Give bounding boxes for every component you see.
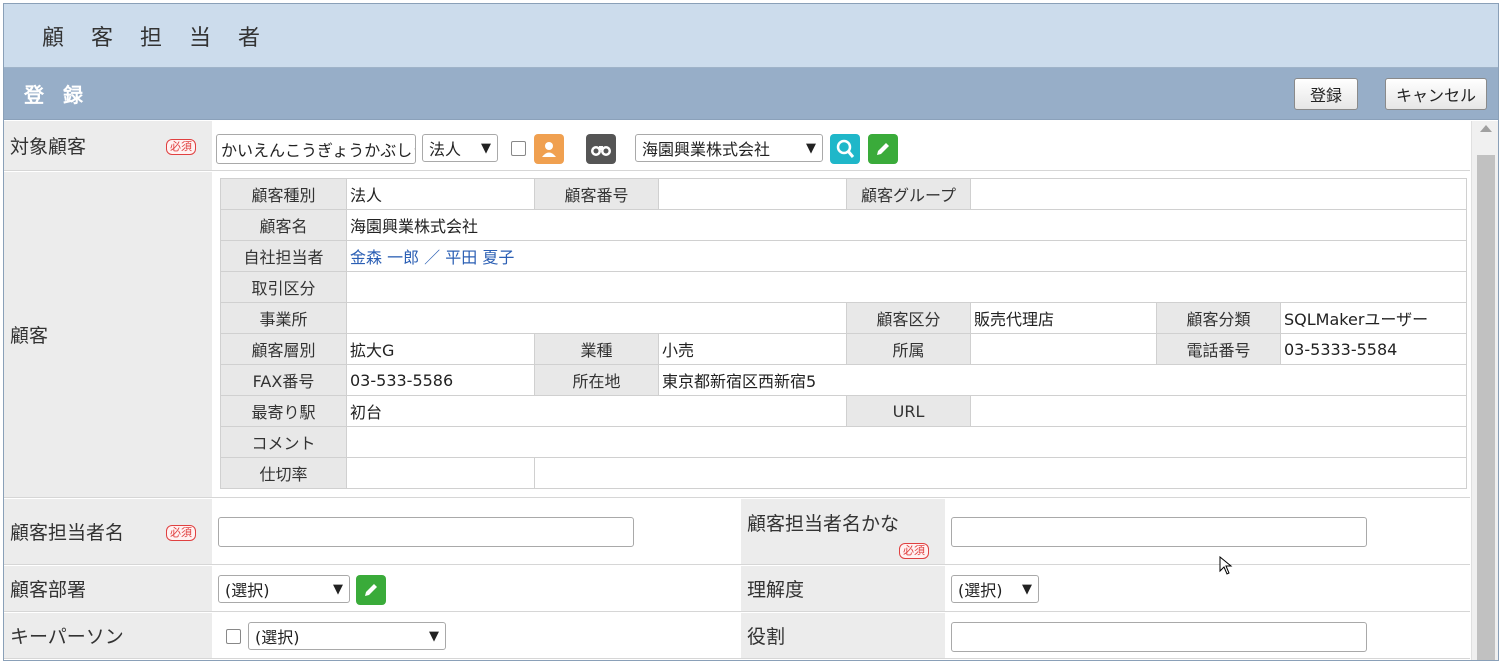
- class-label: 顧客区分: [846, 302, 971, 334]
- required-badge: 必須: [166, 139, 196, 155]
- page-header: 顧 客 担 当 者: [4, 4, 1498, 68]
- understanding-select[interactable]: (選択) ▼: [951, 575, 1039, 603]
- table-row: FAX番号 03-533-5586 所在地 東京都新宿区西新宿5: [220, 364, 1468, 396]
- category-value: SQLMakerユーザー: [1279, 302, 1468, 334]
- table-row: 最寄り駅 初台 URL: [220, 395, 1468, 427]
- form-content: 対象顧客 必須 かいえんこうぎょうかぶしきが 法人▼ 海園興業株式会社▼: [4, 121, 1470, 660]
- affiliation-label: 所属: [846, 333, 971, 365]
- name-label: 顧客名: [220, 209, 347, 241]
- window-frame: 顧 客 担 当 者 登 録 登録 キャンセル 対象顧客 必須 かいえんこうぎょう…: [3, 3, 1499, 661]
- industry-label: 業種: [534, 333, 659, 365]
- fax-label: FAX番号: [220, 364, 347, 396]
- department-label: 顧客部署: [4, 566, 212, 611]
- customer-row: 顧客 顧客種別 法人 顧客番号 顧客グループ 顧客名 海園興業株式会社 自社担当…: [4, 172, 1470, 498]
- role-label: 役割: [741, 613, 945, 658]
- fax-value: 03-533-5586: [346, 364, 535, 396]
- phone-label: 電話番号: [1156, 333, 1281, 365]
- edit-icon[interactable]: [868, 134, 898, 164]
- customer-label: 顧客: [4, 172, 212, 497]
- station-value: 初台: [346, 395, 847, 427]
- office-label: 事業所: [220, 302, 347, 334]
- key-person-select[interactable]: (選択) ▼: [248, 622, 446, 650]
- phone-value: 03-5333-5584: [1279, 333, 1468, 365]
- comment-value: [345, 426, 1468, 458]
- type-label: 顧客種別: [220, 178, 347, 210]
- table-row: 顧客種別 法人 顧客番号 顧客グループ: [220, 178, 1468, 210]
- tier-value: 拡大G: [346, 333, 535, 365]
- department-row: 顧客部署 (選択) ▼ 理解度 (選択) ▼: [4, 566, 1470, 612]
- url-value: [969, 395, 1468, 427]
- required-badge: 必須: [166, 525, 196, 541]
- customer-kana-input[interactable]: かいえんこうぎょうかぶしきが: [216, 134, 416, 164]
- contact-kana-input[interactable]: [951, 517, 1367, 547]
- required-badge: 必須: [899, 543, 929, 559]
- scroll-thumb[interactable]: [1477, 155, 1495, 660]
- table-row: 顧客名 海園興業株式会社: [220, 209, 1468, 241]
- customer-info-table: 顧客種別 法人 顧客番号 顧客グループ 顧客名 海園興業株式会社 自社担当者 金…: [220, 178, 1468, 489]
- name-value: 海園興業株式会社: [345, 209, 1468, 241]
- station-label: 最寄り駅: [220, 395, 347, 427]
- binoculars-icon[interactable]: [586, 134, 616, 164]
- table-row: 仕切率: [220, 457, 1468, 489]
- office-value: [346, 302, 847, 334]
- owner-label: 自社担当者: [220, 240, 347, 272]
- key-person-row: キーパーソン (選択) ▼ 役割: [4, 613, 1470, 659]
- form-toolbar: 登 録 登録 キャンセル: [4, 68, 1498, 120]
- owner-link[interactable]: 金森 一郎 ／ 平田 夏子: [350, 248, 514, 267]
- person-icon[interactable]: [534, 134, 564, 164]
- address-value: 東京都新宿区西新宿5: [657, 364, 1468, 396]
- key-person-label: キーパーソン: [4, 613, 212, 658]
- department-select[interactable]: (選択) ▼: [218, 575, 350, 603]
- trade-value: [345, 271, 1468, 303]
- scroll-up-icon[interactable]: [1480, 125, 1492, 132]
- edit-icon[interactable]: [356, 575, 386, 605]
- register-button[interactable]: 登録: [1294, 78, 1358, 110]
- page-title: 顧 客 担 当 者: [42, 25, 270, 51]
- class-value: 販売代理店: [970, 302, 1157, 334]
- customer-company-select[interactable]: 海園興業株式会社 ▼: [635, 134, 823, 162]
- customer-checkbox[interactable]: [511, 141, 526, 156]
- role-input[interactable]: [951, 622, 1367, 652]
- contact-name-input[interactable]: [218, 517, 634, 547]
- contact-name-row: 顧客担当者名 必須 顧客担当者名かな 必須: [4, 499, 1470, 565]
- trade-label: 取引区分: [220, 271, 347, 303]
- table-row: コメント: [220, 426, 1468, 458]
- search-icon[interactable]: [830, 134, 860, 164]
- mouse-cursor-icon: [1219, 556, 1233, 575]
- url-label: URL: [846, 395, 971, 427]
- table-row: 自社担当者 金森 一郎 ／ 平田 夏子: [220, 240, 1468, 272]
- rate-value: [346, 457, 535, 489]
- table-row: 事業所 顧客区分 販売代理店 顧客分類 SQLMakerユーザー: [220, 302, 1468, 334]
- table-row: 顧客層別 拡大G 業種 小売 所属 電話番号 03-5333-5584: [220, 333, 1468, 365]
- understanding-label: 理解度: [741, 566, 945, 611]
- key-person-checkbox[interactable]: [226, 629, 241, 644]
- tier-label: 顧客層別: [220, 333, 347, 365]
- number-label: 顧客番号: [534, 178, 659, 210]
- industry-value: 小売: [658, 333, 847, 365]
- number-value: [658, 178, 847, 210]
- vertical-scrollbar[interactable]: [1471, 121, 1498, 660]
- customer-type-select[interactable]: 法人 ▼: [422, 134, 498, 162]
- comment-label: コメント: [220, 426, 347, 458]
- category-label: 顧客分類: [1156, 302, 1281, 334]
- cancel-button[interactable]: キャンセル: [1385, 78, 1487, 110]
- address-label: 所在地: [534, 364, 659, 396]
- type-value: 法人: [346, 178, 535, 210]
- rate-label: 仕切率: [220, 457, 347, 489]
- affiliation-value: [970, 333, 1157, 365]
- target-customer-row: 対象顧客 必須 かいえんこうぎょうかぶしきが 法人▼ 海園興業株式会社▼: [4, 121, 1470, 171]
- group-value: [969, 178, 1468, 210]
- table-row: 取引区分: [220, 271, 1468, 303]
- form-title: 登 録: [24, 83, 89, 107]
- group-label: 顧客グループ: [846, 178, 971, 210]
